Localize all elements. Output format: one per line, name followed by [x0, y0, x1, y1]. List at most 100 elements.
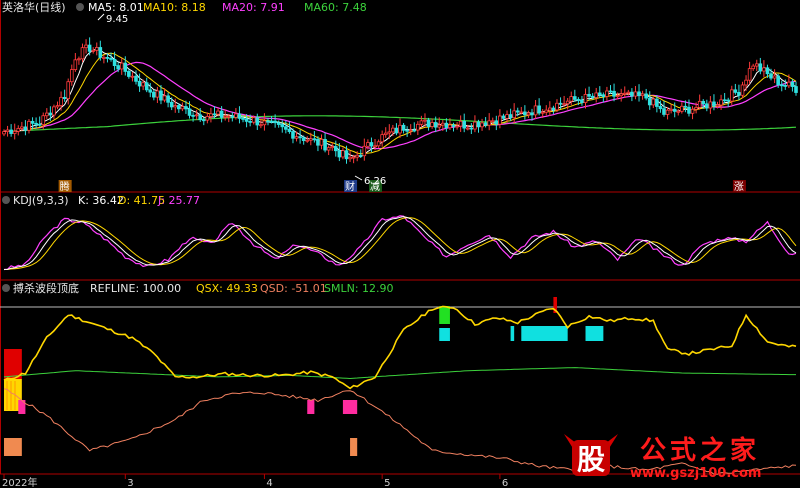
settings-icon[interactable] — [76, 3, 84, 11]
candle-body — [490, 120, 495, 123]
candle-body — [159, 90, 163, 101]
candle — [144, 77, 149, 93]
candle-body — [109, 57, 113, 60]
candle — [205, 112, 210, 124]
candle — [5, 125, 10, 137]
kdj-lines — [3, 215, 797, 271]
candle-body — [697, 100, 702, 108]
candle — [2, 129, 6, 137]
candle — [87, 37, 92, 56]
candle-body — [790, 81, 795, 87]
candle-body — [405, 129, 409, 132]
candle — [127, 69, 131, 79]
candle — [62, 89, 67, 102]
candle-body — [444, 122, 449, 129]
candle — [544, 105, 549, 116]
orange-signal-bar — [350, 438, 358, 456]
candle-body — [191, 114, 195, 117]
candle-body — [2, 131, 6, 135]
cyan-signal-bar — [521, 326, 568, 341]
candle-body — [651, 98, 656, 106]
candle-body — [391, 127, 395, 133]
candle — [612, 83, 616, 102]
candle-body — [597, 92, 602, 96]
candle — [608, 85, 613, 94]
candle — [209, 107, 213, 123]
candle-body — [726, 99, 731, 102]
candle — [662, 100, 666, 117]
candle-body — [423, 119, 427, 122]
candle-body — [369, 142, 374, 147]
candle-body — [494, 120, 499, 125]
candle — [52, 104, 56, 120]
candle-body — [259, 124, 263, 127]
candle-body — [498, 115, 502, 125]
candle-body — [123, 62, 128, 72]
candle-body — [619, 93, 623, 97]
candle — [55, 101, 60, 110]
indicator-settings-icon[interactable] — [2, 284, 10, 292]
candle-body — [565, 100, 570, 105]
candle — [622, 86, 627, 98]
ma10-label: MA10: 8.18 — [143, 1, 206, 14]
candle-body — [644, 93, 648, 99]
candle-body — [740, 84, 745, 96]
candle — [637, 84, 641, 102]
candle-body — [237, 113, 242, 119]
candle-body — [73, 59, 78, 70]
candle-body — [662, 108, 666, 115]
candle-body — [298, 136, 302, 139]
candle — [583, 88, 588, 109]
candle-body — [119, 62, 124, 70]
candle-body — [487, 120, 491, 126]
candle-body — [398, 124, 402, 134]
candle-body — [533, 105, 538, 116]
candle-body — [733, 89, 738, 93]
candle — [394, 123, 399, 136]
candle-body — [594, 92, 599, 98]
low-marker: 6.26 — [354, 175, 386, 187]
candle-body — [326, 147, 331, 151]
low-price-label: 6.26 — [364, 176, 386, 187]
candle — [84, 39, 88, 54]
candle-body — [116, 65, 120, 70]
candle-body — [276, 122, 281, 125]
candle-body — [212, 113, 217, 116]
kdj-d-line — [4, 217, 797, 270]
candle — [416, 121, 420, 136]
candle — [152, 89, 156, 101]
candle — [605, 86, 609, 101]
candle — [555, 99, 559, 113]
candle — [597, 86, 602, 98]
candle-body — [615, 95, 620, 98]
candle — [705, 99, 709, 112]
candle-body — [348, 156, 352, 160]
candle-body — [62, 96, 67, 100]
candle-body — [437, 124, 442, 128]
candle-body — [626, 91, 631, 94]
watermark-title: 公式之家 — [640, 436, 761, 466]
candle-body — [683, 105, 688, 108]
candle — [458, 115, 463, 132]
cyan-signal-bar — [510, 326, 515, 341]
candle-body — [694, 107, 698, 110]
candle-body — [27, 120, 31, 131]
candle — [498, 109, 502, 129]
candle-body — [562, 103, 566, 106]
candle-body — [508, 114, 513, 119]
candle-body — [23, 126, 28, 131]
smln-line — [3, 367, 796, 380]
price-panel: 腾财减涨 9.45 6.26 英洛华(日线) MA5: 8.01 MA10: 8… — [2, 0, 798, 193]
candle-body — [672, 108, 677, 112]
axis-tick-label: 5 — [384, 478, 390, 488]
kdj-settings-icon[interactable] — [2, 196, 10, 204]
candle-body — [387, 131, 392, 134]
cyan-signal-bar — [439, 328, 450, 341]
candle-body — [515, 110, 520, 113]
candle-body — [630, 91, 634, 97]
candle — [194, 109, 199, 120]
candle-body — [608, 90, 613, 93]
candle — [633, 85, 638, 100]
candle — [419, 115, 424, 128]
date-axis: 2022年 3 4 5 6 — [2, 474, 508, 488]
